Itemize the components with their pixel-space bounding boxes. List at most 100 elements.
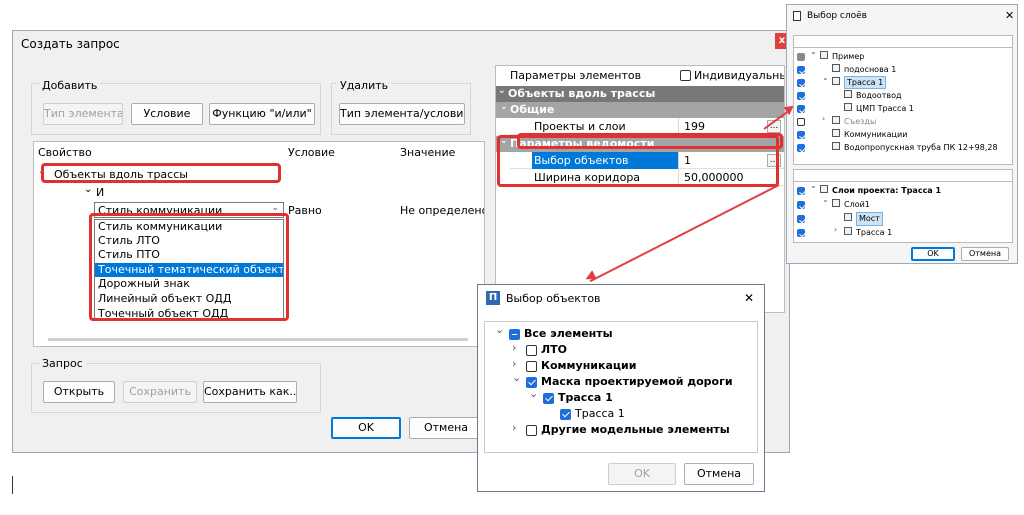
tree-item-label: Трасса 1 (844, 76, 887, 89)
projects-layers-value: 199 (684, 120, 705, 133)
add-condition-button[interactable]: Условие (131, 103, 203, 125)
layers-top-search[interactable] (794, 36, 1012, 48)
tree-item-label: Слои проекта: Трасса 1 (832, 186, 942, 195)
ok-button[interactable]: OK (331, 417, 401, 439)
layer-icon (820, 51, 828, 59)
tree-checkbox[interactable] (797, 78, 805, 87)
cancel-button[interactable]: Отмена (409, 417, 483, 439)
tree-item[interactable]: › Другие модельные элементы (485, 421, 757, 438)
tree-checkbox[interactable] (797, 104, 805, 113)
individual-checkbox[interactable] (680, 70, 691, 81)
chevron-right-icon[interactable]: › (834, 225, 837, 234)
tree-checkbox[interactable] (526, 344, 537, 356)
tree-checkbox[interactable] (797, 229, 805, 237)
layer-icon (844, 227, 852, 235)
tree-checkbox[interactable] (526, 360, 537, 372)
chevron-down-icon[interactable]: ⌄ (512, 371, 521, 384)
column-condition[interactable]: Условие (288, 146, 335, 159)
tree-checkbox[interactable] (560, 408, 571, 420)
chevron-down-icon[interactable]: ⌄ (822, 73, 829, 82)
tree-checkbox[interactable] (509, 328, 520, 340)
tree-item[interactable]: ›ЦМП Трасса 1 (794, 102, 1012, 115)
subsection-general-label: Общие (510, 103, 555, 116)
add-function-button[interactable]: Функцию "и/или" (209, 103, 315, 125)
property-grid-header: Параметры элементов (510, 69, 642, 82)
tree-item[interactable]: ›Мост (794, 212, 1012, 226)
objects-ok-button[interactable]: OK (608, 463, 676, 485)
tree-checkbox[interactable] (797, 65, 805, 74)
tree-item-label: Трасса 1 (856, 228, 893, 237)
layer-icon (832, 116, 840, 124)
tree-item[interactable]: ⌄ Трасса 1 (485, 387, 757, 406)
add-group-label: Добавить (39, 79, 101, 92)
chevron-down-icon[interactable]: ⌄ (822, 195, 829, 204)
tree-item[interactable]: ⌄ Маска проектируемой дороги (485, 371, 757, 390)
section-objects-along-route[interactable]: ⌄ Объекты вдоль трассы (496, 86, 784, 102)
layers-bottom-search[interactable] (794, 170, 1012, 182)
horizontal-scrollbar[interactable] (48, 338, 468, 341)
objects-close-icon[interactable]: ✕ (744, 291, 754, 305)
tree-item-label: Слой1 (844, 200, 870, 209)
tree-item[interactable]: ›Коммуникации (485, 357, 757, 374)
tree-checkbox[interactable] (526, 376, 537, 388)
chevron-right-icon[interactable]: › (512, 341, 516, 354)
chevron-down-icon[interactable]: ⌄ (84, 184, 92, 195)
tree-checkbox[interactable] (526, 424, 537, 436)
layers-ok-button[interactable]: OK (911, 247, 955, 261)
tree-item[interactable]: ⌄ Трасса 1 (794, 73, 1012, 89)
chevron-right-icon[interactable]: › (512, 421, 516, 434)
chevron-right-icon[interactable]: › (512, 357, 516, 370)
tree-item-label: Пример (832, 52, 865, 61)
tree-item-label: Водопропускная труба ПК 12+98,28 (844, 143, 998, 152)
request-group-label: Запрос (39, 357, 86, 370)
subsection-general[interactable]: ⌄ Общие (496, 102, 784, 118)
highlight-dropdown-list (89, 213, 289, 321)
tree-item-label: Трасса 1 (558, 391, 613, 404)
tree-item[interactable]: ⌄ Пример (794, 47, 1012, 63)
and-row-label[interactable]: И (96, 186, 104, 199)
delete-element-condition-button[interactable]: Тип элемента/условие (339, 103, 465, 125)
column-property[interactable]: Свойство (38, 146, 92, 159)
layers-close-icon[interactable]: ✕ (1005, 9, 1014, 22)
save-as-button[interactable]: Сохранить как... (203, 381, 297, 403)
tree-checkbox[interactable] (797, 201, 805, 209)
open-button[interactable]: Открыть (43, 381, 115, 403)
tree-checkbox[interactable] (797, 143, 805, 152)
dialog-title: Создать запрос (21, 37, 120, 51)
tree-item[interactable]: › Съезды (794, 114, 1012, 128)
delete-group-label: Удалить (337, 79, 392, 92)
objects-cancel-button[interactable]: Отмена (684, 463, 754, 485)
tree-checkbox[interactable] (797, 117, 805, 126)
layers-cancel-button[interactable]: Отмена (961, 247, 1009, 261)
save-button[interactable]: Сохранить (123, 381, 197, 403)
tree-checkbox[interactable] (797, 187, 805, 195)
tree-item[interactable]: ›Водоотвод (794, 89, 1012, 102)
tree-item[interactable]: Трасса 1 (485, 406, 757, 422)
tree-item[interactable]: ›Водопропускная труба ПК 12+98,28 (794, 141, 1012, 154)
tree-checkbox[interactable] (797, 52, 805, 61)
tree-item[interactable]: › Трасса 1 (794, 225, 1012, 240)
chevron-down-icon: ⌄ (498, 86, 506, 96)
tree-item-label: Трасса 1 (575, 407, 625, 420)
column-value[interactable]: Значение (400, 146, 455, 159)
property-grid: Параметры элементов Индивидуальны ⌄ Объе… (495, 65, 785, 313)
chevron-down-icon[interactable]: ⌄ (529, 387, 538, 400)
tree-item[interactable]: ⌄ Все элементы (485, 323, 757, 342)
tree-item-label: Другие модельные элементы (541, 423, 730, 436)
tree-checkbox[interactable] (797, 130, 805, 139)
tree-item[interactable]: ›Коммуникации (794, 128, 1012, 141)
highlight-report-params (497, 135, 779, 187)
layers-dialog: Выбор слоёв ✕ ⌄ Пример › подоснова 1 ⌄ Трасса… (786, 4, 1018, 264)
tree-checkbox[interactable] (543, 392, 554, 404)
chevron-down-icon[interactable]: ⌄ (810, 47, 817, 56)
tree-item[interactable]: › ЛТО (485, 341, 757, 358)
chevron-down-icon[interactable]: ⌄ (810, 181, 817, 190)
tree-item[interactable]: ⌄ Слой1 (794, 195, 1012, 212)
tree-checkbox[interactable] (797, 91, 805, 100)
chevron-right-icon[interactable]: › (822, 114, 825, 123)
element-type-button[interactable]: Тип элемента (43, 103, 123, 125)
chevron-down-icon[interactable]: ⌄ (495, 323, 504, 336)
condition-value[interactable]: Равно (288, 204, 322, 217)
tree-checkbox[interactable] (797, 215, 805, 223)
value-cell[interactable]: Не определено (400, 204, 484, 218)
